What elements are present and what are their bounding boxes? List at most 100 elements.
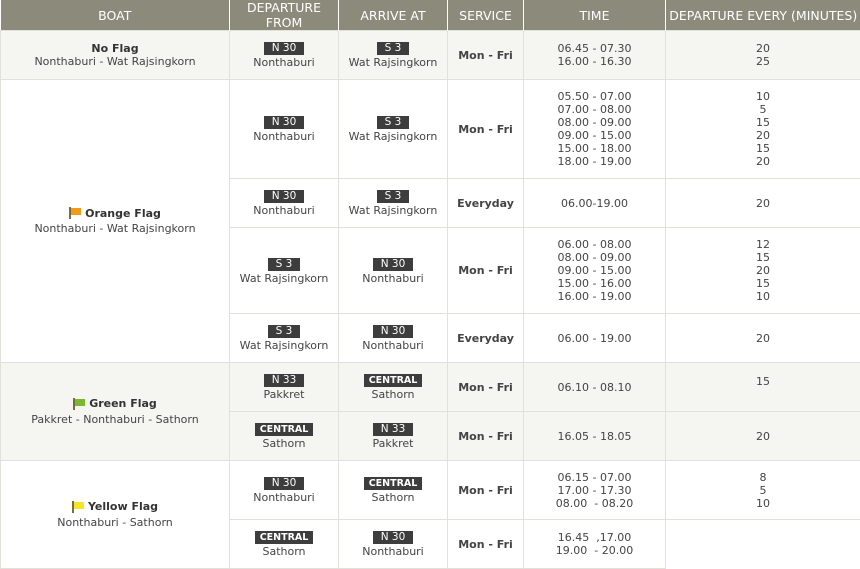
pier-code-badge: S 3 [377,190,410,203]
table-row: Green Flag Pakkret - Nonthaburi - Sathor… [1,363,860,412]
boat-cell-orange-flag: Orange Flag Nonthaburi - Wat Rajsingkorn [1,80,230,363]
arrival-cell: N 30 Nonthaburi [339,228,448,314]
boat-name: Yellow Flag [88,500,158,513]
time-cell: 05.50 - 07.00 07.00 - 08.00 08.00 - 09.0… [524,80,666,179]
departure-cell: S 3 Wat Rajsingkorn [230,314,339,363]
pier-code-badge: CENTRAL [364,374,423,387]
pier-code-badge: CENTRAL [255,531,314,544]
arrival-cell: CENTRAL Sathorn [339,363,448,412]
service-cell: Mon - Fri [448,461,524,520]
pier-code-badge: S 3 [377,116,410,129]
service-cell: Mon - Fri [448,80,524,179]
pier-code-badge: N 30 [373,325,414,338]
frequency-cell: 20 [666,412,860,461]
pier-name: Sathorn [339,491,447,504]
pier-code-badge: N 30 [264,190,305,203]
table-body: No Flag Nonthaburi - Wat Rajsingkorn N 3… [1,31,860,569]
frequency-cell: 20 [666,314,860,363]
table-row: No Flag Nonthaburi - Wat Rajsingkorn N 3… [1,31,860,80]
boat-name-wrap: Green Flag [73,397,157,410]
header-boat: BOAT [1,0,230,31]
boat-route: Pakkret - Nonthaburi - Sathorn [1,413,229,426]
arrival-cell: N 30 Nonthaburi [339,314,448,363]
pier-name: Wat Rajsingkorn [339,204,447,217]
header-departure-every: DEPARTURE EVERY (MINUTES) [666,0,860,31]
departure-cell: N 30 Nonthaburi [230,31,339,80]
boat-name: No Flag [91,42,138,55]
boat-name-wrap: Yellow Flag [72,500,158,513]
arrival-cell: S 3 Wat Rajsingkorn [339,31,448,80]
orange-flag-icon [69,207,82,219]
arrival-cell: CENTRAL Sathorn [339,461,448,520]
departure-cell: CENTRAL Sathorn [230,520,339,569]
time-cell: 06.00-19.00 [524,179,666,228]
green-flag-icon [73,398,86,410]
boat-schedule-table: BOAT DEPARTURE FROM ARRIVE AT SERVICE TI… [0,0,860,569]
yellow-flag-icon [72,501,85,513]
time-cell: 06.00 - 08.00 08.00 - 09.00 09.00 - 15.0… [524,228,666,314]
pier-name: Pakkret [230,388,338,401]
departure-cell: N 30 Nonthaburi [230,179,339,228]
time-cell: 06.00 - 19.00 [524,314,666,363]
boat-cell-green-flag: Green Flag Pakkret - Nonthaburi - Sathor… [1,363,230,461]
pier-code-badge: N 30 [264,116,305,129]
pier-code-badge: S 3 [268,325,301,338]
boat-name: Green Flag [89,397,157,410]
pier-code-badge: N 30 [264,42,305,55]
frequency-cell: 10 5 15 20 15 20 [666,80,860,179]
arrival-cell: S 3 Wat Rajsingkorn [339,179,448,228]
boat-name-wrap: Orange Flag [69,207,161,220]
header-row: BOAT DEPARTURE FROM ARRIVE AT SERVICE TI… [1,0,860,31]
pier-name: Nonthaburi [230,56,338,69]
pier-code-badge: CENTRAL [364,477,423,490]
frequency-cell [666,520,860,569]
pier-code-badge: S 3 [268,258,301,271]
pier-code-badge: N 30 [264,477,305,490]
service-cell: Mon - Fri [448,228,524,314]
header-arrive-at: ARRIVE AT [339,0,448,31]
pier-name: Wat Rajsingkorn [339,130,447,143]
boat-cell-no-flag: No Flag Nonthaburi - Wat Rajsingkorn [1,31,230,80]
departure-cell: N 30 Nonthaburi [230,461,339,520]
pier-name: Nonthaburi [230,491,338,504]
header-departure-from: DEPARTURE FROM [230,0,339,31]
frequency-cell: 15 [666,363,860,412]
boat-name: Orange Flag [85,207,161,220]
pier-name: Pakkret [339,437,447,450]
time-cell: 06.15 - 07.00 17.00 - 17.30 08.00 - 08.2… [524,461,666,520]
frequency-cell: 20 [666,179,860,228]
boat-cell-yellow-flag: Yellow Flag Nonthaburi - Sathorn [1,461,230,569]
arrival-cell: N 33 Pakkret [339,412,448,461]
time-cell: 06.10 - 08.10 [524,363,666,412]
pier-name: Nonthaburi [339,339,447,352]
service-cell: Mon - Fri [448,31,524,80]
frequency-cell: 8 5 10 [666,461,860,520]
departure-cell: N 33 Pakkret [230,363,339,412]
frequency-cell: 12 15 20 15 10 [666,228,860,314]
boat-route: Nonthaburi - Wat Rajsingkorn [1,55,229,68]
pier-code-badge: N 33 [264,374,305,387]
pier-name: Nonthaburi [339,272,447,285]
pier-name: Sathorn [230,437,338,450]
departure-cell: N 30 Nonthaburi [230,80,339,179]
pier-code-badge: N 30 [373,258,414,271]
pier-name: Wat Rajsingkorn [339,56,447,69]
pier-name: Nonthaburi [230,204,338,217]
table-row: Orange Flag Nonthaburi - Wat Rajsingkorn… [1,80,860,179]
pier-name: Nonthaburi [230,130,338,143]
time-cell: 16.05 - 18.05 [524,412,666,461]
pier-name: Nonthaburi [339,545,447,558]
pier-name: Wat Rajsingkorn [230,272,338,285]
pier-code-badge: CENTRAL [255,423,314,436]
departure-cell: S 3 Wat Rajsingkorn [230,228,339,314]
service-cell: Mon - Fri [448,520,524,569]
pier-name: Wat Rajsingkorn [230,339,338,352]
header-service: SERVICE [448,0,524,31]
arrival-cell: N 30 Nonthaburi [339,520,448,569]
arrival-cell: S 3 Wat Rajsingkorn [339,80,448,179]
header-time: TIME [524,0,666,31]
service-cell: Everyday [448,314,524,363]
time-cell: 06.45 - 07.30 16.00 - 16.30 [524,31,666,80]
service-cell: Mon - Fri [448,412,524,461]
service-cell: Everyday [448,179,524,228]
